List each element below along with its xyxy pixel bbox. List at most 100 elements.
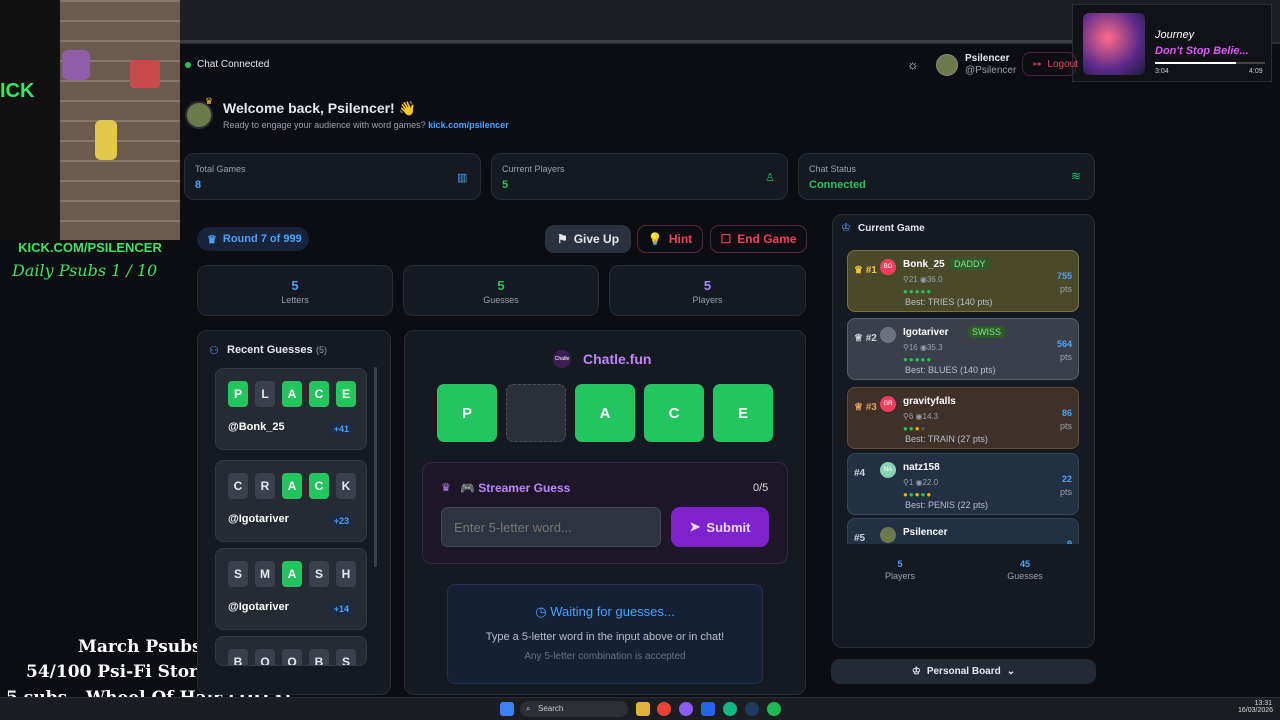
rank-label: #4 <box>854 468 865 479</box>
music-song: Don't Stop Belie... <box>1155 45 1249 57</box>
player-stats: ⚲6 ◉14.3 <box>903 412 939 421</box>
word-input[interactable] <box>441 507 661 547</box>
send-icon: ➤ <box>689 519 701 534</box>
steam-icon[interactable] <box>745 702 759 716</box>
letters-counter: 5 Letters <box>197 265 393 316</box>
guess-letter-tile: E <box>336 381 356 407</box>
rank-label: ♛ #1 <box>854 265 877 276</box>
counter-value: 5 <box>291 278 299 293</box>
counter-label: Guesses <box>483 295 519 305</box>
guess-counter: 0/5 <box>753 482 769 494</box>
users-icon: ⚇ <box>209 345 219 357</box>
best-word: Best: TRAIN (27 pts) <box>905 434 988 444</box>
welcome-subtitle: Ready to engage your audience with word … <box>223 120 509 130</box>
guess-letter-tile: S <box>336 649 356 665</box>
kick-url-banner: KICK.COM/PSILENCER <box>0 240 180 256</box>
taskbar-clock[interactable]: 13:31 16/03/2026 <box>1238 700 1274 714</box>
personal-board-button[interactable]: ♔ Personal Board ⌄ <box>831 659 1096 684</box>
avatar[interactable] <box>936 54 958 76</box>
album-art <box>1083 13 1145 75</box>
user-handle: @Psilencer <box>965 65 1017 76</box>
counter-value: 5 <box>703 278 712 293</box>
progress-dots: ●●●●● <box>903 355 933 364</box>
guess-card: S M A S H @Igotariver +14 <box>215 548 367 630</box>
file-explorer-icon[interactable] <box>636 702 650 716</box>
search-label: Search <box>538 704 564 713</box>
avatar: BO <box>880 259 896 275</box>
guess-letter-tile: O <box>282 649 302 665</box>
avatar: GR <box>880 396 896 412</box>
hint-label: Hint <box>668 232 693 246</box>
guess-letter-tile: C <box>309 473 329 499</box>
guess-letter-tile: K <box>336 473 356 499</box>
leaderboard-row[interactable]: ♛ #1 BO Bonk_25 DADDY ⚲21 ◉36.0 ●●●●● Best: TR… <box>847 250 1079 312</box>
board-tile: A <box>575 384 635 442</box>
guess-letter-tile: C <box>228 473 248 499</box>
leaderboard-row[interactable]: ♕ #3 GR gravityfalls ⚲6 ◉14.3 ●●●● Best: TRAI… <box>847 387 1079 449</box>
welcome-subtitle-text: Ready to engage your audience with word … <box>223 120 426 130</box>
players-total-label: Players <box>884 571 915 581</box>
players-total-value: 5 <box>897 559 903 569</box>
rank-label: #5 <box>854 533 865 544</box>
stop-icon: ☐ <box>720 232 732 246</box>
leaderboard-row[interactable]: #4 NA natz158 ⚲1 ◉22.0 ●●●●● Best: PENIS (22 … <box>847 453 1079 515</box>
channel-link[interactable]: kick.com/psilencer <box>428 120 509 130</box>
crown-icon: ♛ <box>205 96 214 106</box>
stat-label: Total Games <box>195 164 246 174</box>
player-name: natz158 <box>903 462 940 473</box>
end-game-button[interactable]: ☐ End Game <box>710 225 807 253</box>
stat-label: Chat Status <box>809 164 857 174</box>
bar-chart-icon: ▥ <box>457 172 468 184</box>
crown-icon: ♛ <box>207 233 217 246</box>
logout-button[interactable]: ↦ Logout <box>1022 52 1078 76</box>
guess-user: @Igotariver <box>228 513 289 525</box>
windows-start-icon[interactable] <box>500 702 514 716</box>
guess-card: C R A C K @Igotariver +23 <box>215 460 367 542</box>
app-icon[interactable] <box>701 702 715 716</box>
logout-icon: ↦ <box>1033 58 1042 70</box>
submit-button[interactable]: ➤ Submit <box>671 507 769 547</box>
guess-points: +23 <box>328 514 354 528</box>
theme-toggle-icon[interactable]: ☼ <box>907 57 919 72</box>
guess-user: @Bonk_25 <box>228 421 285 433</box>
leaderboard-row[interactable]: #5 Psilencer 9 <box>847 518 1079 544</box>
rank-number: #2 <box>865 333 877 344</box>
board-tile: C <box>644 384 704 442</box>
give-up-button[interactable]: ⚑ Give Up <box>545 225 631 253</box>
rank-number: #3 <box>865 402 877 413</box>
stat-card-current-players: Current Players 5 ♙ <box>491 153 788 200</box>
give-up-label: Give Up <box>573 232 620 246</box>
kick-partial-text: ICK <box>0 80 35 102</box>
hint-button[interactable]: 💡 Hint <box>637 225 703 253</box>
guesses-total: 45 Guesses <box>985 559 1065 581</box>
march-psubs-text: March Psubs! <box>78 637 210 657</box>
guesses-total-label: Guesses <box>1007 571 1043 581</box>
guess-letter-tile: C <box>309 381 329 407</box>
player-points: 86 <box>1061 408 1072 418</box>
guess-letter-tile: S <box>228 561 248 587</box>
progress-dots: ●●●●● <box>903 287 933 296</box>
player-stats: ⚲16 ◉35.3 <box>903 343 943 352</box>
user-name: Psilencer <box>965 53 1010 64</box>
music-total: 4:09 <box>1249 68 1263 75</box>
board-tile: E <box>713 384 773 442</box>
taskbar-search[interactable]: ⌕ Search <box>520 701 628 717</box>
taskbar-date: 16/03/2026 <box>1238 707 1274 714</box>
waiting-title: Waiting for guesses... <box>550 604 675 619</box>
user-icon: ♙ <box>765 172 775 184</box>
streamer-guess-label: 🎮 Streamer Guess <box>460 481 571 495</box>
guess-points: +14 <box>328 602 354 616</box>
best-word: Best: TRIES (140 pts) <box>905 297 993 307</box>
chrome-icon[interactable] <box>657 702 671 716</box>
scrollbar[interactable] <box>374 367 377 567</box>
spotify-icon[interactable] <box>767 702 781 716</box>
music-progress-bar <box>1155 62 1265 64</box>
leaderboard-row[interactable]: ♕ #2 Igotariver SWISS ⚲16 ◉35.3 ●●●●● Best: B… <box>847 318 1079 380</box>
guess-points: +41 <box>328 422 354 436</box>
chevron-down-icon: ⌄ <box>1006 666 1016 677</box>
counter-label: Letters <box>281 295 309 305</box>
app-icon[interactable] <box>679 702 693 716</box>
points-unit: pts <box>1059 352 1072 362</box>
player-name: Igotariver <box>903 327 949 338</box>
app-icon[interactable] <box>723 702 737 716</box>
